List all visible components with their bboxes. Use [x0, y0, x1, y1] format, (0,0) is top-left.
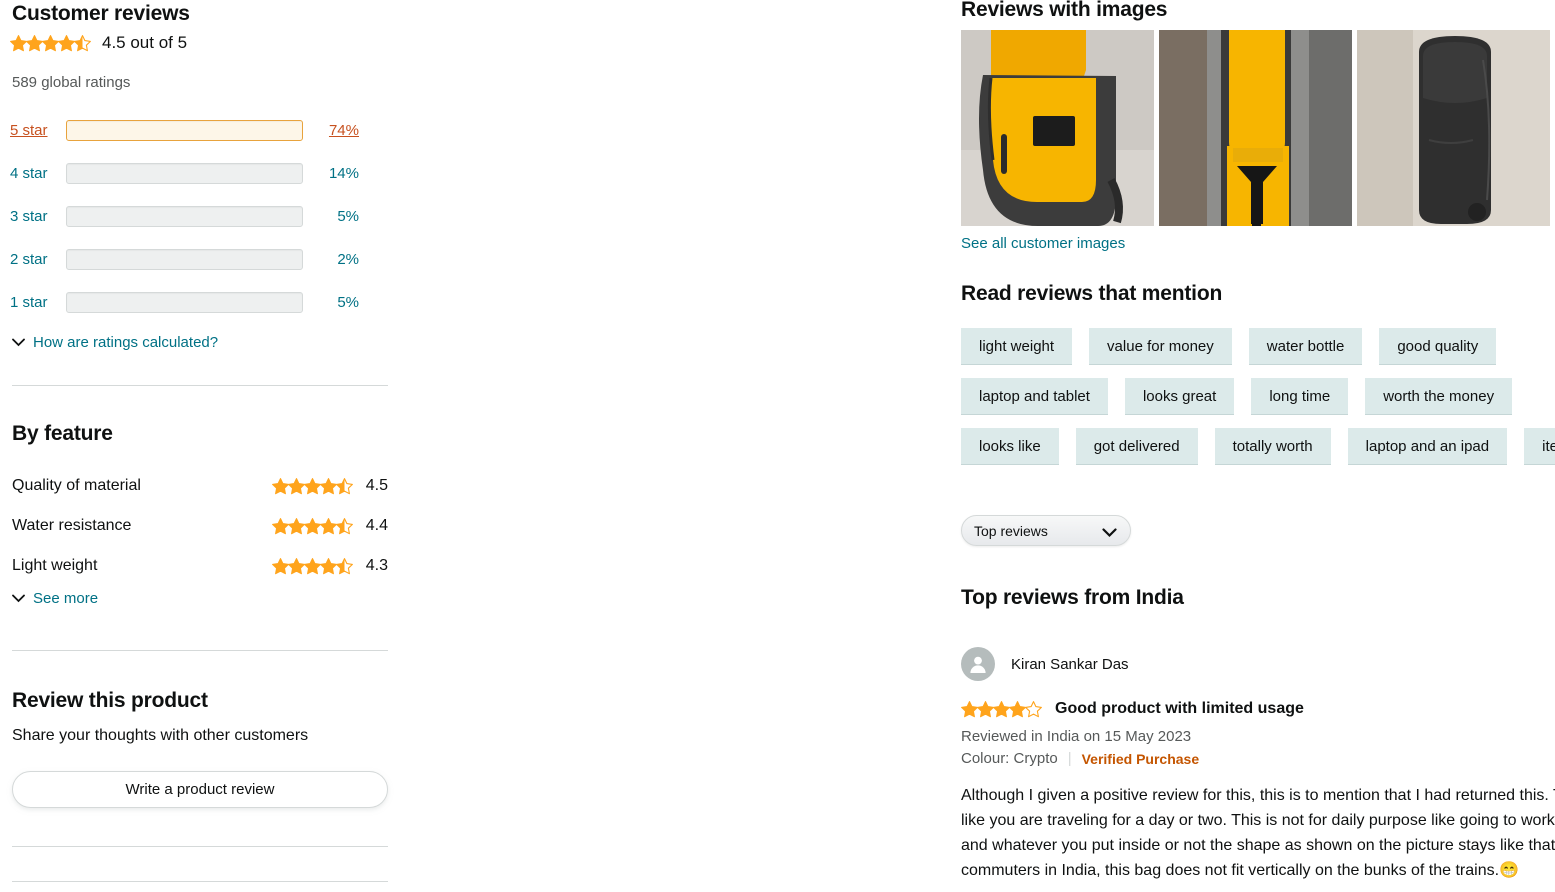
- review-item: Kiran Sankar Das Good product with limit…: [961, 646, 1555, 883]
- histogram-bar-track[interactable]: [66, 249, 303, 270]
- read-reviews-that-mention-title: Read reviews that mention: [961, 282, 1223, 305]
- chevron-down-icon: [12, 338, 25, 347]
- mention-tag[interactable]: worth the money: [1365, 378, 1513, 415]
- divider: [12, 650, 388, 651]
- feature-rating-list: Quality of material 4.5 Water resistance 4.…: [12, 466, 388, 586]
- feature-star-rating-icon: [272, 517, 353, 535]
- feature-value: 4.4: [365, 517, 388, 534]
- divider: [12, 881, 388, 882]
- reviews-summary-column: Customer reviews 4.5 out of 5 589 global…: [0, 0, 400, 892]
- share-thoughts-subtitle: Share your thoughts with other customers: [12, 727, 309, 744]
- histogram-row-3-star[interactable]: 3 star 5%: [10, 202, 390, 231]
- overall-rating-text: 4.5 out of 5: [102, 33, 188, 52]
- histogram-bar-track[interactable]: [66, 292, 303, 313]
- histogram-percent[interactable]: 14%: [303, 165, 359, 182]
- mention-tag-list: light weight value for money water bottle g…: [961, 328, 1555, 478]
- histogram-bar-track[interactable]: [66, 163, 303, 184]
- see-all-customer-images-link[interactable]: See all customer images: [961, 235, 1125, 252]
- review-body: Although I given a positive review for t…: [961, 783, 1555, 883]
- customer-review-image[interactable]: [1357, 30, 1550, 226]
- divider: [12, 846, 388, 847]
- reviewer-name: Kiran Sankar Das: [1011, 655, 1129, 673]
- histogram-percent[interactable]: 5%: [303, 294, 359, 311]
- customer-image-strip: [961, 30, 1555, 226]
- write-a-product-review-button[interactable]: Write a product review: [12, 771, 388, 808]
- histogram-percent[interactable]: 2%: [303, 251, 359, 268]
- mention-tag[interactable]: laptop and an ipad: [1347, 428, 1508, 465]
- customer-review-image[interactable]: [1159, 30, 1352, 226]
- by-feature-title: By feature: [12, 422, 113, 445]
- review-date-location: Reviewed in India on 15 May 2023: [961, 728, 1192, 745]
- feature-star-rating-icon: [272, 477, 353, 495]
- avatar: [961, 647, 995, 681]
- how-ratings-calculated-label: How are ratings calculated?: [33, 334, 219, 351]
- histogram-star-label[interactable]: 2 star: [10, 251, 66, 268]
- feature-value: 4.3: [365, 557, 388, 574]
- review-star-rating-icon: [961, 700, 1042, 718]
- sort-reviews-control: Top reviewsMost recent: [961, 515, 1131, 546]
- mention-tag-row: laptop and tablet looks great long time wor…: [961, 378, 1555, 415]
- mention-tag[interactable]: water bottle: [1248, 328, 1363, 365]
- rating-histogram: 5 star 74% 4 star 14% 3 star 5% 2 star 2% 1 star…: [10, 116, 390, 331]
- feature-name: Water resistance: [12, 517, 132, 534]
- mention-tag[interactable]: value for money: [1089, 328, 1232, 365]
- customer-review-image[interactable]: [961, 30, 1154, 226]
- overall-star-rating-icon: [10, 34, 91, 52]
- grinning-emoji-icon: 😁: [1499, 862, 1519, 879]
- mention-tag[interactable]: light weight: [961, 328, 1073, 365]
- feature-star-rating-icon: [272, 557, 353, 575]
- feature-name: Quality of material: [12, 477, 141, 494]
- histogram-row-4-star[interactable]: 4 star 14%: [10, 159, 390, 188]
- review-this-product-title: Review this product: [12, 689, 208, 712]
- mention-tag[interactable]: long time: [1251, 378, 1349, 415]
- histogram-percent[interactable]: 74%: [303, 122, 359, 139]
- mention-tag[interactable]: totally worth: [1214, 428, 1331, 465]
- histogram-row-5-star[interactable]: 5 star 74%: [10, 116, 390, 145]
- divider: [12, 385, 388, 386]
- feature-rating-row: Light weight 4.3: [12, 546, 388, 586]
- see-more-features-link[interactable]: See more: [12, 590, 98, 607]
- feature-value: 4.5: [365, 477, 388, 494]
- global-ratings-count: 589 global ratings: [12, 74, 131, 91]
- feature-rating-row: Quality of material 4.5: [12, 466, 388, 506]
- top-reviews-from-india-title: Top reviews from India: [961, 586, 1184, 609]
- feature-rating-row: Water resistance 4.4: [12, 506, 388, 546]
- mention-tag[interactable]: good quality: [1379, 328, 1497, 365]
- separator: |: [1067, 750, 1072, 767]
- histogram-row-1-star[interactable]: 1 star 5%: [10, 288, 390, 317]
- histogram-star-label[interactable]: 3 star: [10, 208, 66, 225]
- sort-reviews-select[interactable]: Top reviewsMost recent: [961, 515, 1131, 546]
- histogram-bar-track[interactable]: [66, 120, 303, 141]
- reviews-content-column: Reviews with images See all customer ima…: [400, 0, 1555, 892]
- overall-rating: 4.5 out of 5: [10, 33, 187, 53]
- mention-tag[interactable]: items like: [1524, 428, 1555, 465]
- mention-tag-row: light weight value for money water bottle g…: [961, 328, 1555, 365]
- histogram-star-label[interactable]: 4 star: [10, 165, 66, 182]
- histogram-row-2-star[interactable]: 2 star 2%: [10, 245, 390, 274]
- customer-reviews-page: Customer reviews 4.5 out of 5 589 global…: [0, 0, 1555, 892]
- histogram-star-label[interactable]: 5 star: [10, 122, 66, 139]
- see-more-label: See more: [33, 590, 99, 607]
- review-body-text: Although I given a positive review for t…: [961, 787, 1555, 879]
- verified-purchase-badge: Verified Purchase: [1081, 750, 1200, 767]
- feature-name: Light weight: [12, 557, 98, 574]
- mention-tag[interactable]: got delivered: [1075, 428, 1198, 465]
- review-colour: Colour: Crypto: [961, 750, 1058, 767]
- histogram-bar-track[interactable]: [66, 206, 303, 227]
- chevron-down-icon: [12, 594, 25, 603]
- histogram-percent[interactable]: 5%: [303, 208, 359, 225]
- review-variant-row: Colour: Crypto | Verified Purchase: [961, 750, 1555, 767]
- histogram-star-label[interactable]: 1 star: [10, 294, 66, 311]
- mention-tag-row: looks like got delivered totally worth lapt…: [961, 428, 1555, 465]
- reviews-with-images-title: Reviews with images: [961, 0, 1168, 21]
- review-title-row[interactable]: Good product with limited usage: [961, 700, 1555, 718]
- mention-tag[interactable]: laptop and tablet: [961, 378, 1108, 415]
- reviewer-row[interactable]: Kiran Sankar Das: [961, 646, 1555, 682]
- page-title: Customer reviews: [12, 2, 190, 25]
- mention-tag[interactable]: looks like: [961, 428, 1059, 465]
- how-ratings-calculated-link[interactable]: How are ratings calculated?: [12, 334, 218, 351]
- mention-tag[interactable]: looks great: [1124, 378, 1235, 415]
- review-title: Good product with limited usage: [1055, 700, 1304, 717]
